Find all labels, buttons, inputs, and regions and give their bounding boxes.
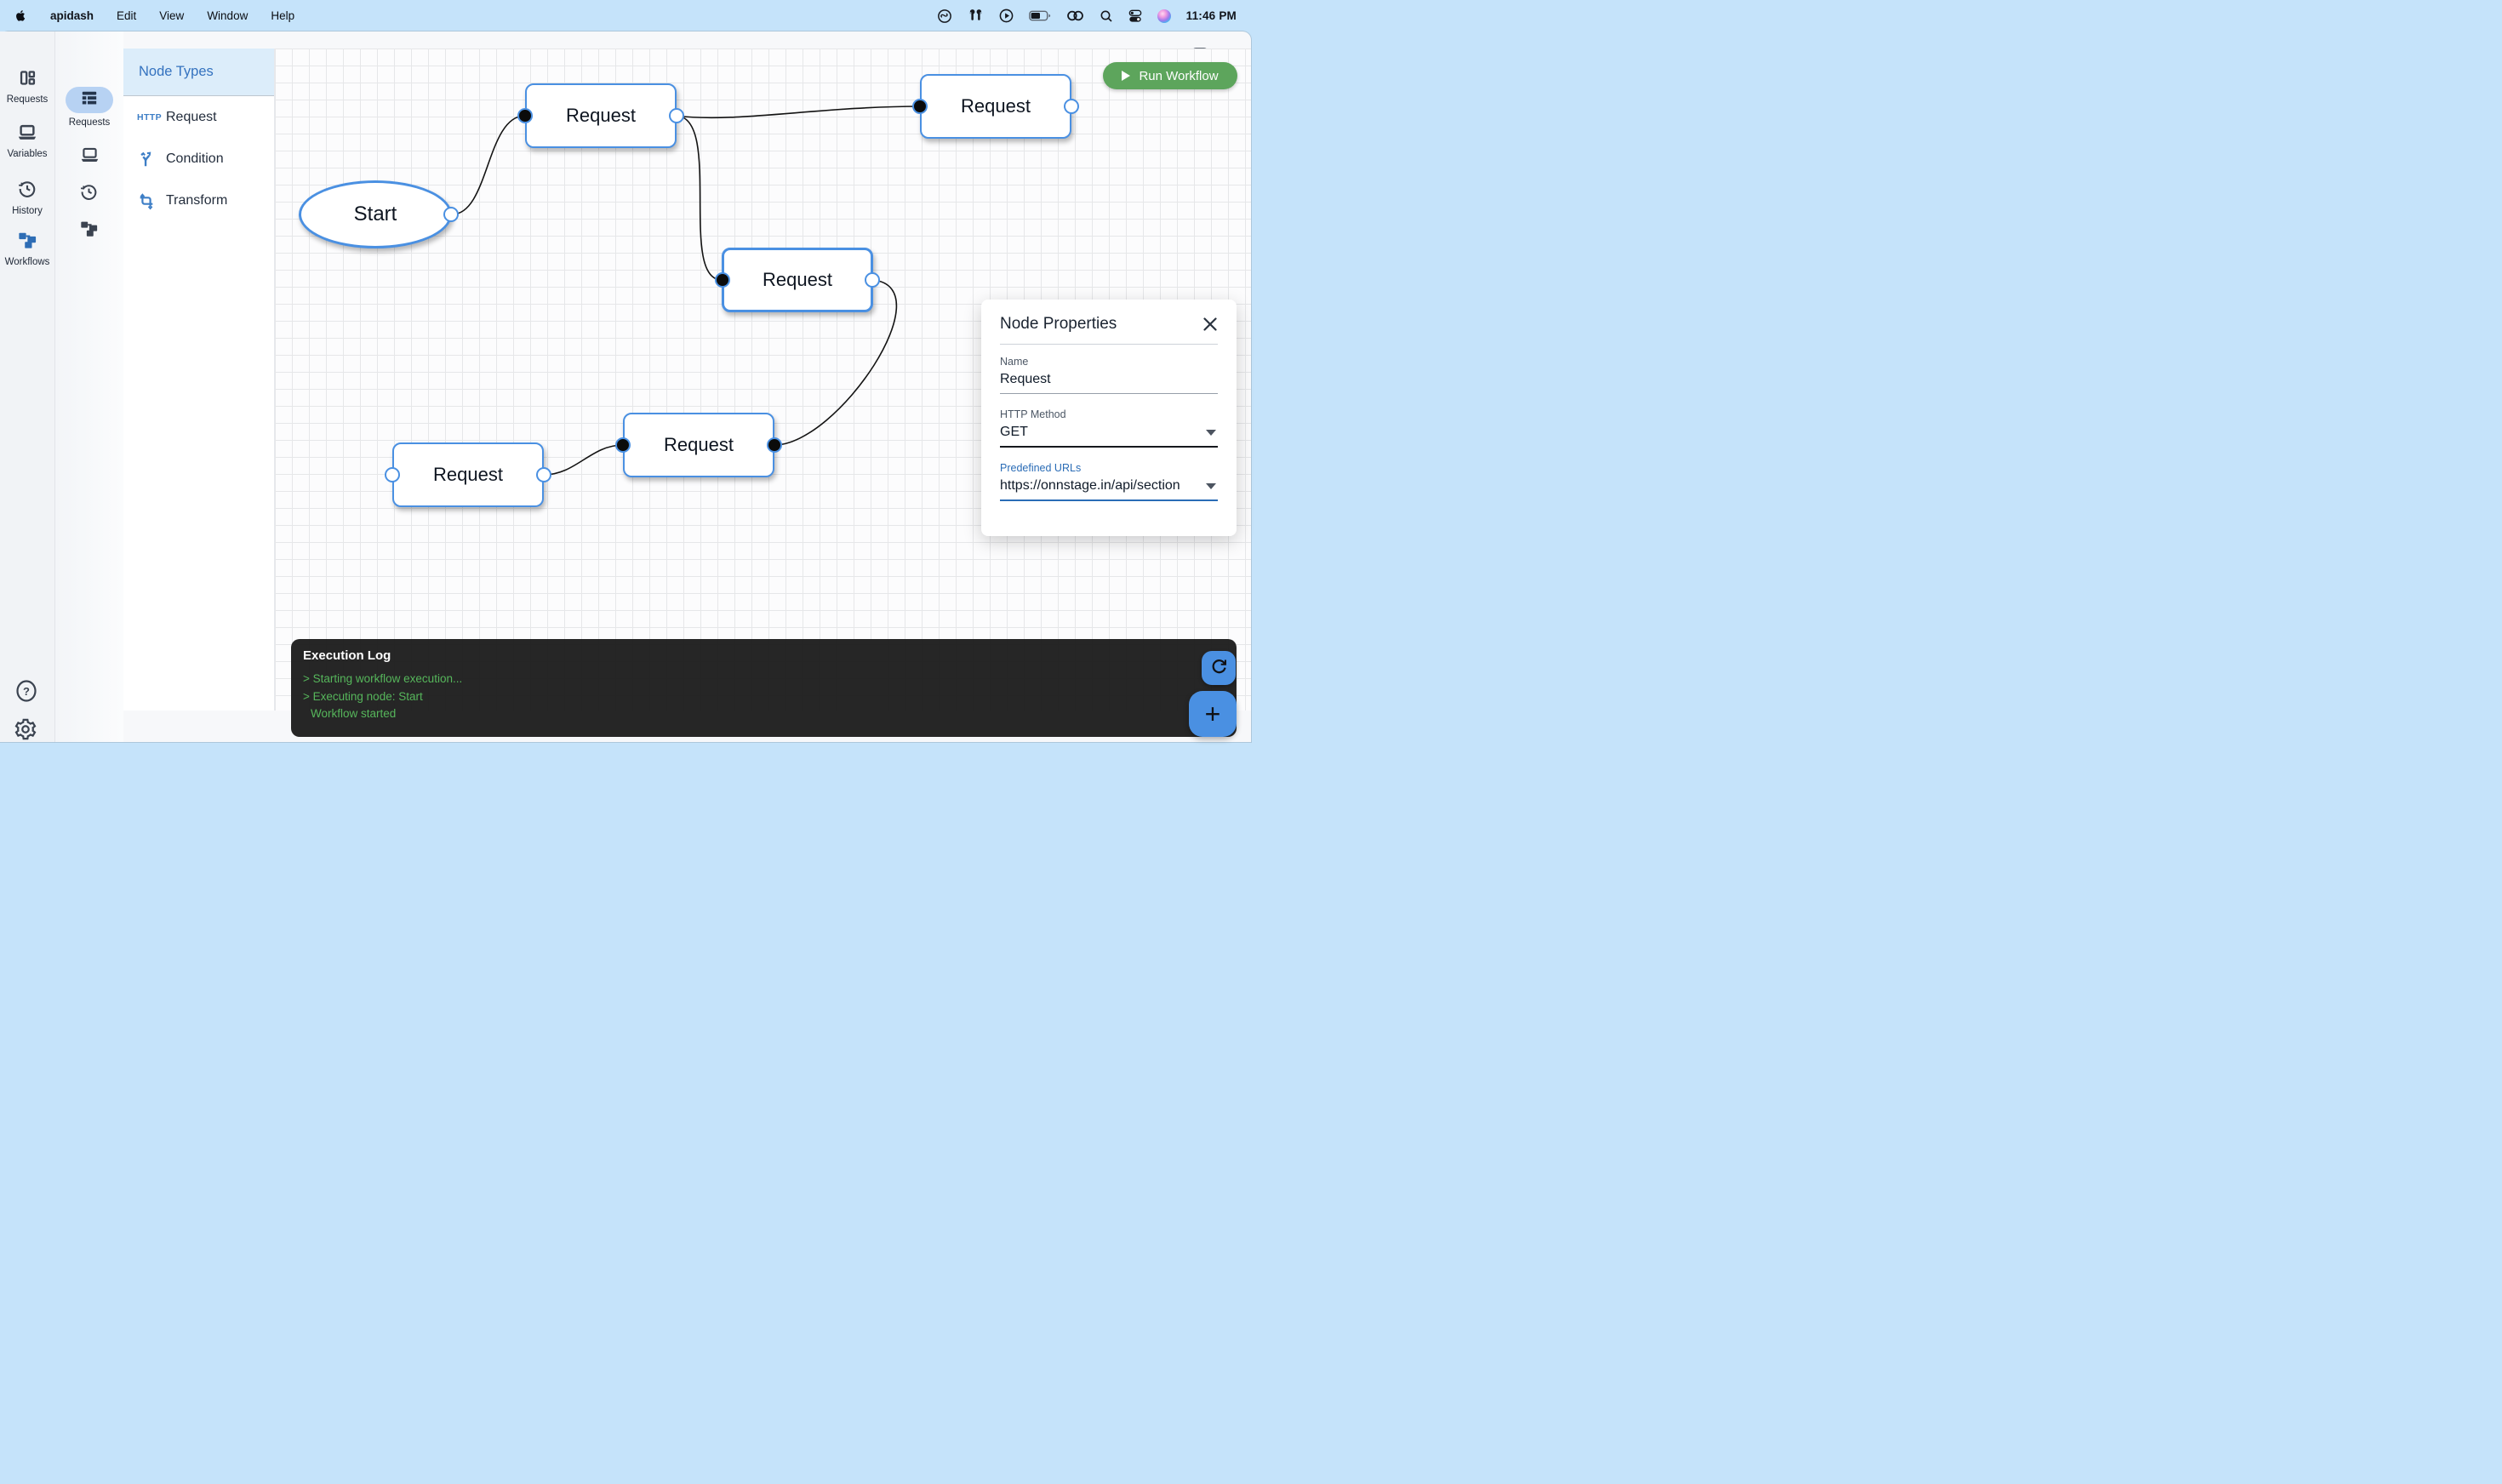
menu-bar: apidash Edit View Window Help 11:46 PM [0, 0, 1251, 31]
sidebar-item-label: Variables [0, 149, 54, 159]
refresh-button[interactable] [1202, 651, 1236, 685]
edge-request4_to_request5[interactable] [544, 445, 623, 475]
refresh-icon [1210, 657, 1228, 679]
sidebar-item-workflows[interactable]: Workflows [0, 231, 54, 267]
sidebar-item-requests[interactable]: Requests [0, 69, 54, 105]
svg-text:?: ? [23, 685, 30, 698]
node-properties-title: Node Properties [1000, 315, 1117, 334]
menubar-clock[interactable]: 11:46 PM [1186, 9, 1237, 22]
sidebar-item-label: Workflows [0, 257, 54, 267]
creative-cloud-icon[interactable] [937, 9, 952, 24]
workflow-tree-icon [18, 231, 37, 254]
play-circle-icon[interactable] [999, 9, 1014, 23]
transform-crop-icon-item[interactable]: Transform [123, 180, 274, 221]
plus-icon: + [1205, 699, 1221, 730]
port-right-request-4[interactable] [536, 467, 551, 482]
node-types-header: Node Types [123, 49, 274, 96]
port-right-request-1[interactable] [669, 108, 684, 123]
node-type-request[interactable]: HTTP Request [123, 96, 274, 138]
workflow-node-request-1[interactable]: Request [525, 83, 677, 148]
sidebar-item-label: History [0, 206, 54, 216]
run-workflow-button[interactable]: Run Workflow [1103, 62, 1237, 89]
workflow-tree-icon[interactable] [80, 220, 98, 242]
predefined-urls-label: Predefined URLs [1000, 462, 1218, 474]
port-right-start[interactable] [443, 207, 459, 222]
port-right-request-3[interactable] [865, 272, 880, 288]
siri-icon[interactable] [1157, 9, 1171, 23]
workflow-node-start[interactable]: Start [299, 180, 452, 248]
help-icon[interactable]: ? [15, 680, 37, 702]
port-left-request-4[interactable] [385, 467, 400, 482]
primary-sidebar: Requests Variables History Workflows ? [0, 31, 55, 742]
sidebar-item-label: Requests [0, 94, 54, 105]
workflow-node-request-4[interactable]: Request [392, 442, 544, 507]
workflow-node-request-5[interactable]: Request [623, 413, 774, 477]
dashboard-icon [19, 69, 37, 91]
history-clock-icon [18, 180, 37, 203]
rail-item-label: Requests [55, 117, 123, 128]
node-types-title: Node Types [139, 64, 214, 80]
port-left-request-3[interactable] [715, 272, 730, 288]
node-label: Request [763, 269, 832, 291]
list-table-icon [80, 89, 99, 111]
collection-rail: Requests [55, 31, 123, 742]
chevron-down-icon [1206, 483, 1216, 489]
menu-edit[interactable]: Edit [117, 9, 136, 22]
search-icon[interactable] [1100, 9, 1113, 23]
node-types-panel: Node Types HTTP Request Condition Transf… [123, 49, 275, 711]
menu-help[interactable]: Help [271, 9, 294, 22]
port-right-request-2[interactable] [1064, 99, 1079, 114]
edge-request1_to_request2[interactable] [677, 106, 920, 117]
laptop-icon [17, 123, 37, 146]
port-left-request-1[interactable] [517, 108, 533, 123]
close-icon[interactable] [1202, 317, 1218, 332]
port-right-request-5[interactable] [767, 437, 782, 453]
node-label: Request [961, 95, 1031, 117]
log-line: > Starting workflow execution... [303, 671, 1225, 688]
rail-item-requests-active[interactable] [66, 87, 113, 113]
execution-log-title: Execution Log [303, 648, 1225, 663]
log-line: > Executing node: Start [303, 688, 1225, 706]
control-center-icon[interactable] [1128, 9, 1142, 23]
node-label: Request [664, 434, 734, 456]
edge-request1_to_request3[interactable] [677, 116, 722, 280]
node-type-condition[interactable]: Condition [123, 138, 274, 180]
sidebar-item-history[interactable]: History [0, 180, 54, 216]
airpods-icon[interactable] [968, 9, 984, 23]
http-method-label: HTTP Method [1000, 408, 1218, 420]
execution-log-panel: Execution Log > Starting workflow execut… [291, 639, 1237, 737]
http-method-select[interactable]: GET [1000, 420, 1218, 448]
gear-icon[interactable] [14, 717, 39, 743]
menu-view[interactable]: View [159, 9, 184, 22]
name-field-label: Name [1000, 356, 1218, 368]
predefined-urls-select[interactable]: https://onnstage.in/api/section [1000, 474, 1218, 501]
menubar-app-name[interactable]: apidash [50, 9, 94, 22]
node-label: Request [433, 464, 503, 486]
http-badge-icon: HTTP [137, 112, 162, 123]
menu-window[interactable]: Window [207, 9, 248, 22]
port-left-request-2[interactable] [912, 99, 928, 114]
laptop-icon[interactable] [80, 146, 100, 168]
play-icon [1122, 71, 1130, 81]
edge-start_to_request1[interactable] [452, 116, 525, 214]
branch-icon [137, 150, 166, 168]
port-left-request-5[interactable] [615, 437, 631, 453]
add-node-button[interactable]: + [1189, 691, 1237, 737]
apple-icon[interactable] [14, 9, 27, 23]
name-field[interactable]: Request [1000, 372, 1051, 387]
battery-icon[interactable] [1029, 10, 1051, 21]
history-clock-icon[interactable] [80, 183, 98, 205]
crop-rotate-icon [137, 191, 166, 210]
workflow-node-request-3[interactable]: Request [722, 248, 873, 312]
node-label: Request [566, 105, 636, 127]
log-line: Workflow started [303, 705, 1225, 723]
node-properties-panel: Node Properties Name Request HTTP Method… [981, 300, 1237, 536]
workflow-node-request-2[interactable]: Request [920, 74, 1071, 139]
node-label: Start [354, 203, 397, 226]
chevron-down-icon [1206, 430, 1216, 436]
hotspot-icon[interactable] [1066, 9, 1084, 22]
sidebar-item-variables[interactable]: Variables [0, 123, 54, 159]
